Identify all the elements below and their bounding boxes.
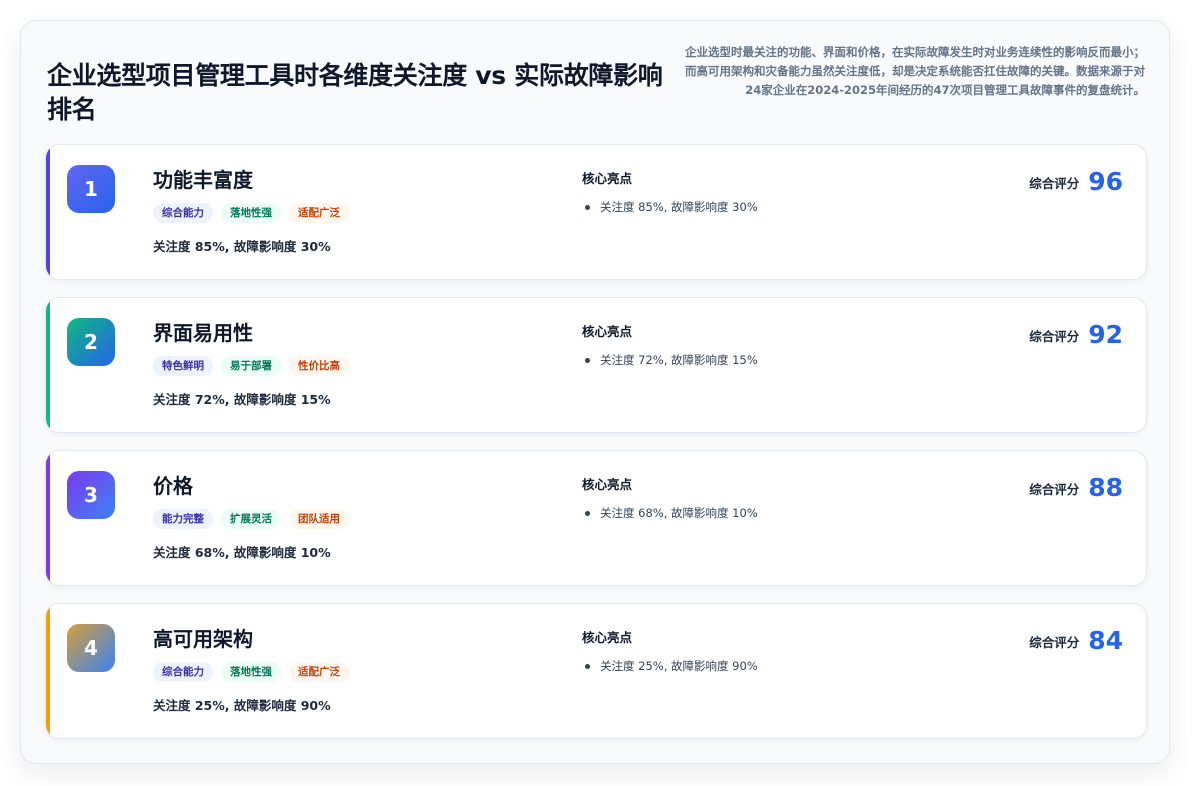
- tag: 适配广泛: [289, 203, 349, 223]
- card-stat: 关注度 25%, 故障影响度 90%: [153, 698, 331, 713]
- ranking-card-2: 2 界面易用性 特色鲜明 易于部署 性价比高 关注度 72%, 故障影响度 15…: [45, 297, 1147, 433]
- tag: 性价比高: [289, 356, 349, 376]
- tag: 落地性强: [221, 203, 281, 223]
- rank-badge: 2: [67, 318, 115, 366]
- highlight-text: 关注度 68%, 故障影响度 10%: [600, 506, 758, 520]
- highlight-item: 关注度 68%, 故障影响度 10%: [582, 505, 758, 521]
- card-title: 界面易用性: [153, 321, 253, 345]
- tag: 落地性强: [221, 662, 281, 682]
- highlights-heading: 核心亮点: [582, 324, 633, 339]
- bullet-icon: [585, 511, 590, 516]
- highlight-text: 关注度 72%, 故障影响度 15%: [600, 353, 758, 367]
- rank-badge: 1: [67, 165, 115, 213]
- tag: 团队适用: [289, 509, 349, 529]
- highlights-list: 关注度 68%, 故障影响度 10%: [582, 505, 758, 521]
- highlight-item: 关注度 85%, 故障影响度 30%: [582, 199, 758, 215]
- card-stat: 关注度 85%, 故障影响度 30%: [153, 239, 331, 254]
- tag-list: 特色鲜明 易于部署 性价比高: [153, 356, 349, 376]
- ranking-panel: 企业选型项目管理工具时各维度关注度 vs 实际故障影响排名 企业选型时最关注的功…: [20, 20, 1170, 764]
- card-accent-bar: [46, 145, 50, 279]
- tag: 能力完整: [153, 509, 213, 529]
- score-label: 综合评分: [1029, 634, 1080, 650]
- ranking-card-1: 1 功能丰富度 综合能力 落地性强 适配广泛 关注度 85%, 故障影响度 30…: [45, 144, 1147, 280]
- highlights-list: 关注度 72%, 故障影响度 15%: [582, 352, 758, 368]
- page-title: 企业选型项目管理工具时各维度关注度 vs 实际故障影响排名: [47, 61, 663, 124]
- rank-badge: 3: [67, 471, 115, 519]
- score-block: 综合评分 92: [1029, 320, 1123, 350]
- highlights-heading: 核心亮点: [582, 477, 633, 492]
- score-value: 92: [1088, 320, 1123, 349]
- highlight-text: 关注度 85%, 故障影响度 30%: [600, 200, 758, 214]
- ranking-list: 1 功能丰富度 综合能力 落地性强 适配广泛 关注度 85%, 故障影响度 30…: [45, 144, 1147, 756]
- tag: 特色鲜明: [153, 356, 213, 376]
- rank-badge: 4: [67, 624, 115, 672]
- card-stat: 关注度 72%, 故障影响度 15%: [153, 392, 331, 407]
- card-accent-bar: [46, 298, 50, 432]
- card-title: 价格: [153, 474, 193, 498]
- tag-list: 能力完整 扩展灵活 团队适用: [153, 509, 349, 529]
- card-title: 功能丰富度: [153, 168, 253, 192]
- highlight-item: 关注度 72%, 故障影响度 15%: [582, 352, 758, 368]
- score-block: 综合评分 96: [1029, 167, 1123, 197]
- page-description: 企业选型时最关注的功能、界面和价格，在实际故障发生时对业务连续性的影响反而最小；…: [685, 45, 1145, 97]
- tag-list: 综合能力 落地性强 适配广泛: [153, 662, 349, 682]
- highlight-text: 关注度 25%, 故障影响度 90%: [600, 659, 758, 673]
- highlights-list: 关注度 25%, 故障影响度 90%: [582, 658, 758, 674]
- highlight-item: 关注度 25%, 故障影响度 90%: [582, 658, 758, 674]
- card-title: 高可用架构: [153, 627, 253, 651]
- score-block: 综合评分 88: [1029, 473, 1123, 503]
- ranking-card-3: 3 价格 能力完整 扩展灵活 团队适用 关注度 68%, 故障影响度 10% 核…: [45, 450, 1147, 586]
- card-accent-bar: [46, 451, 50, 585]
- score-label: 综合评分: [1029, 175, 1080, 191]
- score-label: 综合评分: [1029, 481, 1080, 497]
- highlights-heading: 核心亮点: [582, 630, 633, 645]
- bullet-icon: [585, 205, 590, 210]
- tag: 综合能力: [153, 203, 213, 223]
- tag: 适配广泛: [289, 662, 349, 682]
- bullet-icon: [585, 664, 590, 669]
- tag-list: 综合能力 落地性强 适配广泛: [153, 203, 349, 223]
- bullet-icon: [585, 358, 590, 363]
- tag: 易于部署: [221, 356, 281, 376]
- score-value: 96: [1088, 167, 1123, 196]
- ranking-card-4: 4 高可用架构 综合能力 落地性强 适配广泛 关注度 25%, 故障影响度 90…: [45, 603, 1147, 739]
- score-value: 88: [1088, 473, 1123, 502]
- tag: 综合能力: [153, 662, 213, 682]
- highlights-list: 关注度 85%, 故障影响度 30%: [582, 199, 758, 215]
- score-label: 综合评分: [1029, 328, 1080, 344]
- score-block: 综合评分 84: [1029, 626, 1123, 656]
- card-accent-bar: [46, 604, 50, 738]
- highlights-heading: 核心亮点: [582, 171, 633, 186]
- card-stat: 关注度 68%, 故障影响度 10%: [153, 545, 331, 560]
- tag: 扩展灵活: [221, 509, 281, 529]
- score-value: 84: [1088, 626, 1123, 655]
